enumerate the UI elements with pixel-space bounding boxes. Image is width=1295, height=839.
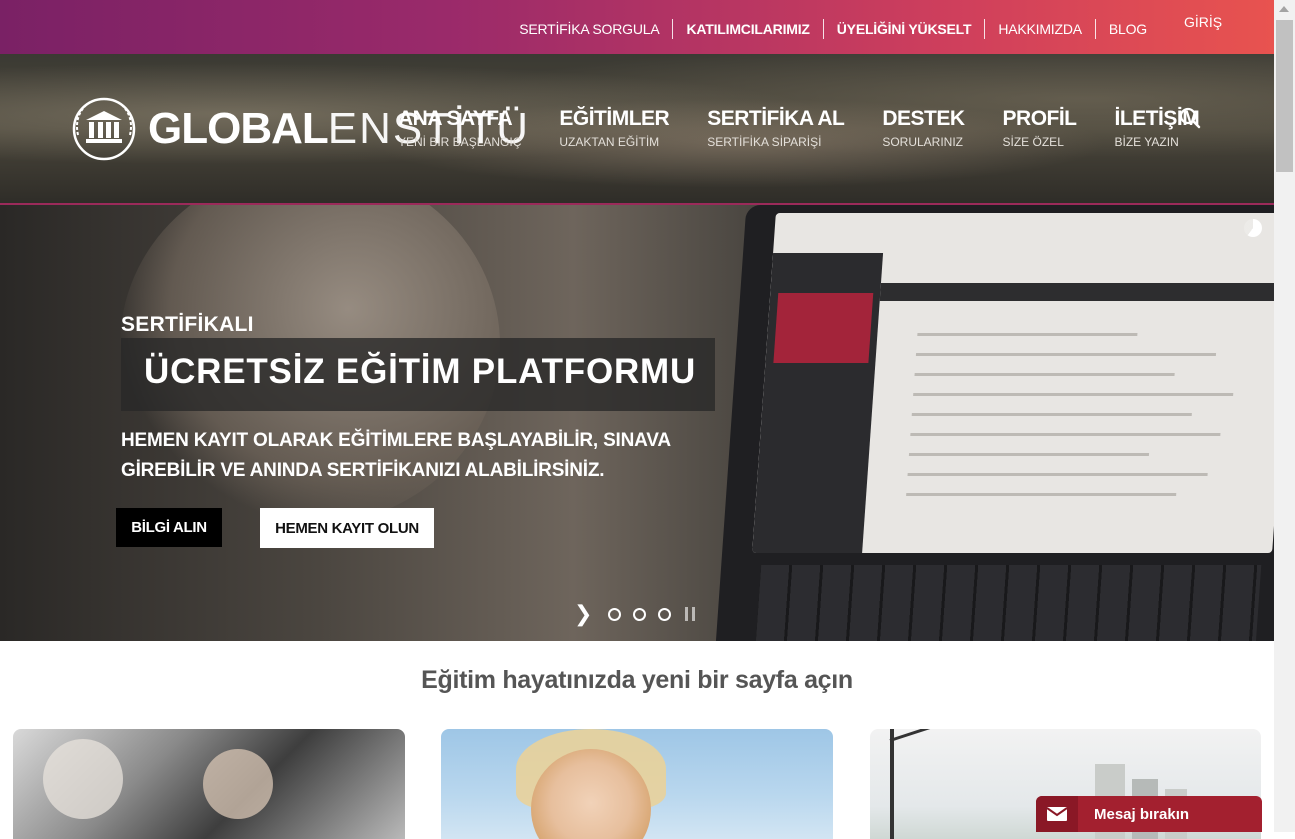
nav-title: DESTEK: [882, 107, 965, 130]
course-card-image[interactable]: [13, 729, 405, 839]
institute-emblem-icon: [72, 97, 136, 161]
nav-get-certificate[interactable]: SERTİFİKA AL SERTİFİKA SİPARİŞİ: [707, 107, 845, 149]
hero-laptop-image: [713, 205, 1274, 641]
register-button[interactable]: HEMEN KAYIT OLUN: [260, 508, 434, 548]
top-link-blog[interactable]: BLOG: [1096, 19, 1160, 39]
nav-title: PROFİL: [1002, 107, 1078, 130]
hero-description-line: GİREBİLİR VE ANINDA SERTİFİKANIZI ALABİL…: [121, 460, 605, 481]
nav-subtitle: SİZE ÖZEL: [1002, 135, 1064, 149]
top-link-upgrade-membership[interactable]: ÜYELİĞİNİ YÜKSELT: [824, 19, 986, 39]
nav-trainings[interactable]: EĞİTİMLER UZAKTAN EĞİTİM: [559, 107, 669, 149]
top-links: SERTİFİKA SORGULA KATILIMCILARIMIZ ÜYELİ…: [506, 19, 1160, 39]
slide-dot[interactable]: [608, 607, 622, 621]
hero-title: ÜCRETSİZ EĞİTİM PLATFORMU: [144, 352, 697, 391]
next-slide-icon[interactable]: ❯: [574, 603, 592, 625]
section-title: Eğitim hayatınızda yeni bir sayfa açın: [421, 666, 853, 694]
pause-icon[interactable]: [685, 607, 696, 621]
hero-description-line: HEMEN KAYIT OLARAK EĞİTİMLERE BAŞLAYABİL…: [121, 430, 671, 451]
top-link-participants[interactable]: KATILIMCILARIMIZ: [673, 19, 824, 39]
leave-message-widget[interactable]: Mesaj bırakın: [1036, 796, 1262, 832]
nav-subtitle: YENİ BİR BAŞLANGIÇ: [398, 135, 522, 149]
hero-subtitle: SERTİFİKALI: [121, 313, 254, 336]
nav-subtitle: SORULARINIZ: [882, 135, 964, 149]
nav-title: EĞİTİMLER: [559, 107, 670, 130]
leave-message-label: Mesaj bırakın: [1094, 805, 1190, 823]
slide-dot[interactable]: [633, 607, 647, 621]
top-utility-bar: SERTİFİKA SORGULA KATILIMCILARIMIZ ÜYELİ…: [0, 0, 1274, 54]
envelope-icon: [1036, 796, 1078, 832]
site-header: GLOBALENSTİTÜ ANA SAYFA YENİ BİR BAŞLANG…: [0, 54, 1274, 205]
course-card-image[interactable]: [441, 729, 833, 839]
nav-title: ANA SAYFA: [398, 107, 513, 130]
main-nav: ANA SAYFA YENİ BİR BAŞLANGIÇ EĞİTİMLER U…: [398, 107, 1237, 149]
nav-title: SERTİFİKA AL: [707, 107, 845, 130]
nav-subtitle: UZAKTAN EĞİTİM: [559, 135, 660, 149]
search-icon[interactable]: [1178, 106, 1202, 130]
slider-loading-icon: [1244, 219, 1262, 237]
info-button[interactable]: BİLGİ ALIN: [116, 508, 222, 547]
nav-subtitle: SERTİFİKA SİPARİŞİ: [707, 135, 822, 149]
top-link-certificate-query[interactable]: SERTİFİKA SORGULA: [506, 19, 674, 39]
nav-subtitle: BİZE YAZIN: [1114, 135, 1179, 149]
scroll-up-icon[interactable]: [1279, 6, 1289, 12]
nav-home[interactable]: ANA SAYFA YENİ BİR BAŞLANGIÇ: [398, 107, 521, 149]
hero-description: HEMEN KAYIT OLARAK EĞİTİMLERE BAŞLAYABİL…: [121, 426, 741, 486]
logo-text-bold: GLOBAL: [148, 104, 329, 153]
nav-profile[interactable]: PROFİL SİZE ÖZEL: [1002, 107, 1078, 149]
nav-support[interactable]: DESTEK SORULARINIZ: [882, 107, 965, 149]
scrollbar-thumb[interactable]: [1276, 20, 1293, 172]
hero-slider: [0, 205, 1274, 641]
login-link[interactable]: GİRİŞ: [1184, 14, 1222, 30]
slider-controls: ❯: [574, 603, 696, 625]
top-link-about[interactable]: HAKKIMIZDA: [985, 19, 1096, 39]
slide-dot[interactable]: [658, 607, 672, 621]
